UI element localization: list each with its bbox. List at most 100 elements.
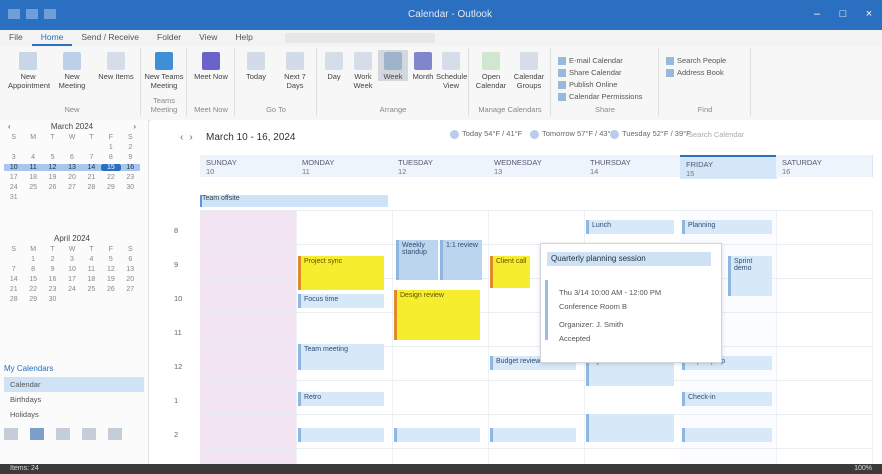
all-day-event[interactable]: Team offsite: [200, 195, 388, 207]
day-header-sunday[interactable]: SUNDAY 10: [200, 155, 297, 177]
mini-calendar-day[interactable]: 28: [4, 296, 23, 303]
my-calendars-header[interactable]: My Calendars: [4, 364, 144, 373]
calendar-event[interactable]: Project sync: [298, 256, 384, 290]
folder-item-holidays[interactable]: Holidays: [4, 407, 144, 422]
prev-month-icon[interactable]: ‹: [8, 122, 11, 134]
mini-calendar-day[interactable]: 21: [82, 174, 101, 181]
tab-send-receive[interactable]: Send / Receive: [72, 30, 148, 46]
folder-item-birthdays[interactable]: Birthdays: [4, 392, 144, 407]
mini-calendar-day[interactable]: 23: [121, 174, 140, 181]
tasks-icon[interactable]: [82, 428, 96, 440]
day-header-tuesday[interactable]: TUESDAY 12: [392, 155, 489, 177]
mini-calendar-day[interactable]: 16: [120, 164, 140, 171]
folder-item-calendar[interactable]: Calendar: [4, 377, 144, 392]
mini-calendar-day[interactable]: 30: [43, 296, 62, 303]
tab-folder[interactable]: Folder: [148, 30, 190, 46]
mini-calendar-day[interactable]: 28: [82, 184, 101, 191]
mini-calendar-day[interactable]: 31: [4, 194, 23, 201]
mini-calendar-day[interactable]: 9: [43, 266, 62, 273]
sync-icon[interactable]: [44, 9, 56, 19]
mini-calendar-day[interactable]: 27: [121, 286, 140, 293]
mini-calendar-day[interactable]: 24: [62, 286, 81, 293]
day-column-sunday[interactable]: [200, 210, 297, 464]
calendar-event[interactable]: [298, 428, 384, 442]
mini-calendar-day[interactable]: 4: [82, 256, 101, 263]
new-items-button[interactable]: New Items: [96, 52, 136, 81]
calendar-event[interactable]: [394, 428, 480, 442]
calendar-permissions-button[interactable]: Calendar Permissions: [558, 92, 642, 102]
people-icon[interactable]: [56, 428, 70, 440]
mini-calendar-day[interactable]: 16: [43, 276, 62, 283]
day-header-friday[interactable]: FRIDAY 15: [680, 155, 777, 179]
calendar-groups-button[interactable]: Calendar Groups: [510, 52, 548, 90]
mini-calendar-day[interactable]: 10: [62, 266, 81, 273]
mini-calendar-day[interactable]: 3: [62, 256, 81, 263]
mini-calendar-day[interactable]: 2: [43, 256, 62, 263]
mini-calendar-day[interactable]: 12: [42, 164, 63, 171]
open-calendar-button[interactable]: Open Calendar: [472, 52, 510, 90]
mini-calendar-day[interactable]: 22: [23, 286, 42, 293]
mini-calendar-day[interactable]: 5: [43, 154, 62, 161]
mini-calendar-day[interactable]: 6: [121, 256, 140, 263]
undo-icon[interactable]: [26, 9, 38, 19]
calendar-event[interactable]: Focus time: [298, 294, 384, 308]
mini-calendar-day[interactable]: 7: [4, 266, 23, 273]
mini-calendar-day[interactable]: 2: [121, 144, 140, 151]
calendar-icon[interactable]: [30, 428, 44, 440]
mini-calendar-day[interactable]: 6: [62, 154, 81, 161]
mini-calendar-day[interactable]: 8: [23, 266, 42, 273]
mini-calendar-day[interactable]: 7: [82, 154, 101, 161]
mini-calendar-day[interactable]: 14: [81, 164, 102, 171]
mini-calendar-day[interactable]: 17: [4, 174, 23, 181]
calendar-event[interactable]: Retro: [298, 392, 384, 406]
mini-calendar-day[interactable]: 13: [121, 266, 140, 273]
today-button[interactable]: Today: [238, 52, 274, 81]
next-7-days-button[interactable]: Next 7 Days: [276, 52, 314, 90]
new-teams-meeting-button[interactable]: New Teams Meeting: [144, 52, 184, 90]
mini-calendar-day[interactable]: 15: [101, 164, 121, 171]
mini-calendar-day[interactable]: 23: [43, 286, 62, 293]
calendar-event[interactable]: Client call: [490, 256, 530, 288]
publish-online-button[interactable]: Publish Online: [558, 80, 617, 90]
mini-calendar-day[interactable]: 20: [121, 276, 140, 283]
new-appointment-button[interactable]: New Appointment: [8, 52, 50, 90]
mini-calendar-day[interactable]: 18: [23, 174, 42, 181]
email-calendar-button[interactable]: E-mail Calendar: [558, 56, 623, 66]
mini-calendar-day[interactable]: 1: [23, 256, 42, 263]
mini-calendar-day[interactable]: 18: [82, 276, 101, 283]
mini-calendar-day[interactable]: 11: [23, 164, 43, 171]
address-book-button[interactable]: Address Book: [666, 68, 724, 78]
calendar-event[interactable]: Sprint demo: [728, 256, 772, 296]
tell-me-search[interactable]: [285, 33, 435, 43]
calendar-event[interactable]: Weekly standup: [396, 240, 438, 280]
mini-calendar-day[interactable]: 25: [82, 286, 101, 293]
mini-calendar-day[interactable]: 4: [23, 154, 42, 161]
month-view-button[interactable]: Month: [410, 52, 436, 81]
mini-calendar-grid[interactable]: S M T W T F S 1 2 3 4 5 6 7 8 9 10 11 12 13 14 15 16 17 18 19 20 21…: [4, 134, 140, 201]
mini-calendar-day[interactable]: 30: [121, 184, 140, 191]
mini-calendar-day[interactable]: 15: [23, 276, 42, 283]
day-header-wednesday[interactable]: WEDNESDAY 13: [488, 155, 585, 177]
work-week-view-button[interactable]: Work Week: [348, 52, 378, 90]
day-header-monday[interactable]: MONDAY 11: [296, 155, 393, 177]
share-calendar-button[interactable]: Share Calendar: [558, 68, 622, 78]
mini-calendar-day[interactable]: 17: [62, 276, 81, 283]
calendar-search-input[interactable]: Search Calendar: [688, 130, 868, 141]
minimize-icon[interactable]: –: [810, 8, 824, 20]
mini-calendar-day[interactable]: 19: [43, 174, 62, 181]
next-month-icon[interactable]: ›: [133, 122, 136, 134]
search-people-button[interactable]: Search People: [666, 56, 726, 66]
tab-home[interactable]: Home: [31, 30, 73, 46]
event-peek-popup[interactable]: Quarterly planning session Thu 3/14 10:0…: [540, 243, 722, 363]
calendar-event[interactable]: Planning: [682, 220, 772, 234]
mail-icon[interactable]: [4, 428, 18, 440]
maximize-icon[interactable]: □: [836, 8, 850, 20]
mini-calendar-day[interactable]: 21: [4, 286, 23, 293]
day-header-saturday[interactable]: SATURDAY 16: [776, 155, 873, 177]
calendar-event[interactable]: [682, 428, 772, 442]
meet-now-button[interactable]: Meet Now: [191, 52, 231, 81]
tab-help[interactable]: Help: [226, 30, 261, 46]
mini-calendar-day[interactable]: 27: [62, 184, 81, 191]
tab-file[interactable]: File: [0, 30, 32, 46]
mini-calendar-day[interactable]: 9: [121, 154, 140, 161]
